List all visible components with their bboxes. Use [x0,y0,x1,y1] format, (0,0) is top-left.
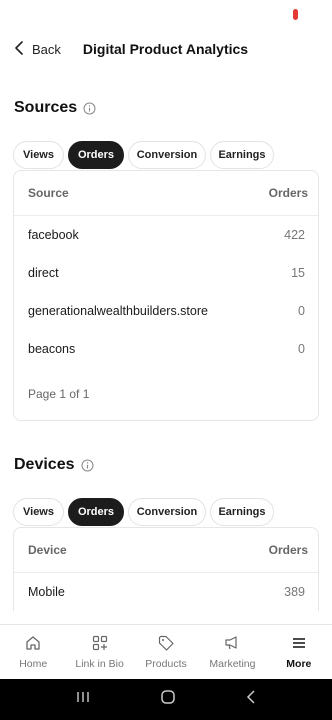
sources-table: Source Orders facebook 422 direct 15 gen… [13,170,319,421]
nav-label: Link in Bio [75,657,124,670]
recording-indicator-icon [293,9,298,20]
tab-views[interactable]: Views [13,498,64,526]
nav-label: Products [145,657,187,670]
devices-title: Devices [14,456,75,473]
bottom-navigation: Home Link in Bio Products Marketing More [0,624,332,679]
home-icon [25,635,41,658]
orders-value: 422 [284,228,305,242]
system-navigation-bar [0,679,332,720]
page-title: Digital Product Analytics [82,41,249,57]
tab-earnings[interactable]: Earnings [210,498,274,526]
table-row: beacons 0 [14,330,318,368]
table-row: Mobile 389 [14,573,318,611]
devices-tabs: Views Orders Conversion Earnings [0,498,332,526]
menu-icon [291,635,307,658]
pagination-label: Page 1 of 1 [28,387,90,401]
orders-value: 0 [298,304,305,318]
nav-products[interactable]: Products [133,625,199,679]
table-header: Device Orders [14,528,318,573]
column-header-orders: Orders [268,543,308,557]
link-in-bio-icon [92,635,108,658]
tab-earnings[interactable]: Earnings [210,141,274,169]
table-row: generationalwealthbuilders.store 0 [14,292,318,330]
status-bar [0,0,332,32]
tab-conversion[interactable]: Conversion [128,498,206,526]
column-header-orders: Orders [268,186,308,200]
table-row: direct 15 [14,254,318,292]
source-name: beacons [28,342,76,356]
top-bar: Back Digital Product Analytics [0,32,332,66]
tab-views[interactable]: Views [13,141,64,169]
chevron-left-icon [14,40,32,58]
orders-value: 389 [284,585,305,599]
tab-orders[interactable]: Orders [68,498,124,526]
nav-more[interactable]: More [266,625,332,679]
source-name: facebook [28,228,79,242]
info-icon[interactable] [81,459,94,472]
tab-conversion[interactable]: Conversion [128,141,206,169]
nav-link-in-bio[interactable]: Link in Bio [66,625,132,679]
orders-value: 15 [291,266,305,280]
nav-label: More [286,657,312,670]
nav-home[interactable]: Home [0,625,66,679]
recent-apps-icon[interactable] [75,690,91,709]
home-system-icon[interactable] [160,689,176,710]
nav-label: Home [19,657,48,670]
source-name: direct [28,266,59,280]
nav-marketing[interactable]: Marketing [199,625,265,679]
megaphone-icon [224,635,240,658]
orders-value: 0 [298,342,305,356]
column-header-device: Device [28,543,67,557]
back-label: Back [32,41,61,57]
devices-header: Devices [0,453,332,477]
device-name: Mobile [28,585,65,599]
devices-table: Device Orders Mobile 389 [13,527,319,611]
sources-tabs: Views Orders Conversion Earnings [0,141,332,169]
back-system-icon[interactable] [245,689,257,710]
table-header: Source Orders [14,171,318,216]
tab-orders[interactable]: Orders [68,141,124,169]
table-row: facebook 422 [14,216,318,254]
tag-icon [158,635,174,658]
nav-label: Marketing [209,657,256,670]
back-button[interactable]: Back [14,40,61,58]
sources-title: Sources [14,99,78,116]
info-icon[interactable] [83,102,96,115]
source-name: generationalwealthbuilders.store [28,304,208,318]
sources-header: Sources [0,96,332,120]
column-header-source: Source [28,186,69,200]
